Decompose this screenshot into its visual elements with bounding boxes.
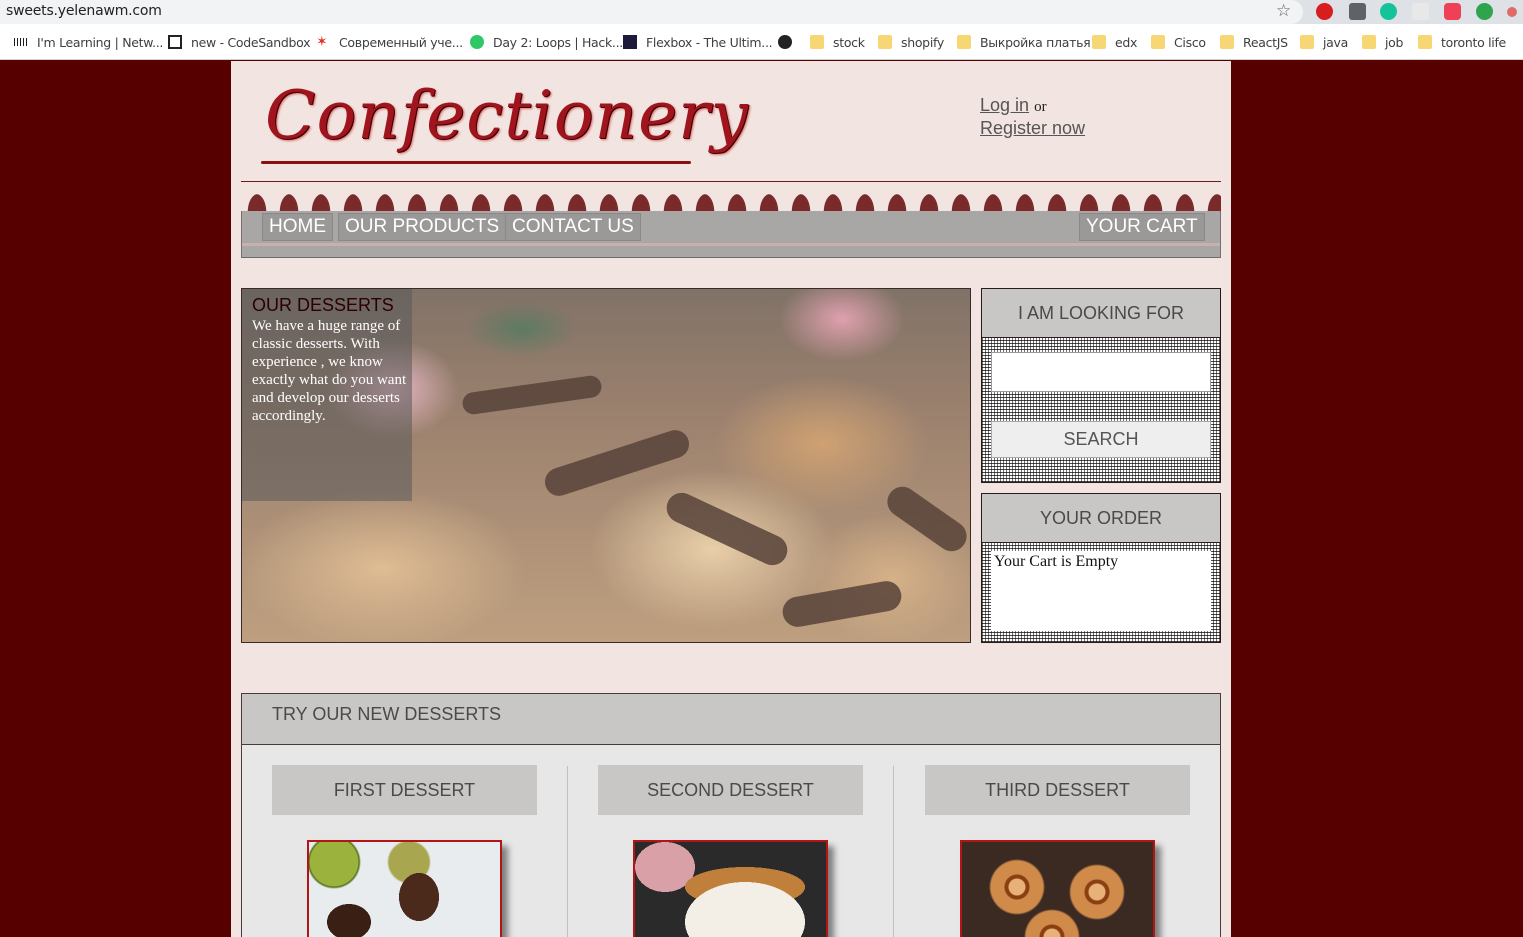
folder-icon bbox=[957, 35, 971, 49]
site-logo[interactable]: Confectionery bbox=[261, 73, 748, 173]
blank-extension-icon[interactable] bbox=[1412, 3, 1429, 20]
url-text[interactable]: sweets.yelenawm.com bbox=[6, 3, 162, 19]
page-container: Confectionery Log in or Register now HOM… bbox=[231, 61, 1231, 937]
bookmark-item[interactable]: I'm Learning | Netw... bbox=[14, 24, 163, 60]
codesandbox-icon bbox=[168, 35, 182, 49]
folder-icon bbox=[1220, 35, 1234, 49]
opera-extension-icon[interactable] bbox=[1316, 3, 1333, 20]
search-button[interactable]: SEARCH bbox=[991, 421, 1211, 458]
bookmark-folder[interactable]: ReactJS bbox=[1220, 24, 1288, 60]
cisco-icon bbox=[14, 38, 28, 46]
new-desserts-title: TRY OUR NEW DESSERTS bbox=[272, 704, 502, 724]
auth-links: Log in or Register now bbox=[980, 95, 1085, 139]
green-extension-icon[interactable] bbox=[1476, 3, 1493, 20]
new-desserts-section: TRY OUR NEW DESSERTS FIRST DESSERT SECON… bbox=[241, 693, 1221, 937]
tools-extension-icon[interactable] bbox=[1349, 3, 1366, 20]
or-text: or bbox=[1034, 99, 1047, 115]
bookmark-label: toronto life bbox=[1441, 34, 1506, 50]
search-panel-title: I AM LOOKING FOR bbox=[982, 289, 1220, 338]
nav-products-button[interactable]: OUR PRODUCTS bbox=[338, 213, 507, 241]
order-panel-title: YOUR ORDER bbox=[982, 494, 1220, 543]
column-divider bbox=[567, 766, 568, 937]
bookmark-label: new - CodeSandbox bbox=[191, 34, 311, 50]
folder-icon bbox=[1300, 35, 1314, 49]
folder-icon bbox=[878, 35, 892, 49]
dots-extension-icon[interactable] bbox=[1507, 7, 1517, 17]
hero-banner: OUR DESSERTS We have a huge range of cla… bbox=[241, 288, 971, 643]
grammarly-extension-icon[interactable] bbox=[1380, 3, 1397, 20]
bookmark-label: Flexbox - The Ultim... bbox=[646, 34, 773, 50]
nav-home-button[interactable]: HOME bbox=[262, 213, 333, 241]
nav-strip bbox=[242, 243, 1220, 246]
main-navigation: HOME OUR PRODUCTS CONTACT US YOUR CART bbox=[241, 211, 1221, 258]
logo-text: Confectionery bbox=[265, 77, 749, 154]
cart-empty-text: Your Cart is Empty bbox=[994, 553, 1119, 570]
login-link[interactable]: Log in bbox=[980, 95, 1029, 115]
bookmark-folder[interactable]: Выкройка платья bbox=[957, 24, 1091, 60]
column-divider bbox=[893, 766, 894, 937]
third-dessert-title: THIRD DESSERT bbox=[925, 765, 1190, 815]
bookmark-star-icon[interactable]: ☆ bbox=[1276, 1, 1291, 21]
globe-icon bbox=[778, 35, 792, 49]
bookmark-label: stock bbox=[833, 34, 865, 50]
order-panel: YOUR ORDER Your Cart is Empty bbox=[981, 493, 1221, 643]
new-desserts-header: TRY OUR NEW DESSERTS bbox=[242, 694, 1220, 745]
first-dessert-title: FIRST DESSERT bbox=[272, 765, 537, 815]
register-link[interactable]: Register now bbox=[980, 118, 1085, 138]
cart-contents: Your Cart is Empty bbox=[991, 551, 1211, 631]
hackerrank-icon bbox=[470, 35, 484, 49]
bookmark-item[interactable]: new - CodeSandbox bbox=[168, 24, 311, 60]
bookmark-folder[interactable]: java bbox=[1300, 24, 1348, 60]
bookmark-label: I'm Learning | Netw... bbox=[37, 34, 164, 50]
pocket-extension-icon[interactable] bbox=[1444, 3, 1461, 20]
lace-ornament-border bbox=[241, 181, 1221, 211]
folder-icon bbox=[810, 35, 824, 49]
first-dessert-image[interactable] bbox=[307, 840, 502, 937]
browser-toolbar: sweets.yelenawm.com ☆ bbox=[0, 0, 1523, 24]
bookmark-folder[interactable]: job bbox=[1362, 24, 1403, 60]
third-dessert-image[interactable] bbox=[960, 840, 1155, 937]
bookmark-item[interactable]: Day 2: Loops | Hack... bbox=[470, 24, 623, 60]
folder-icon bbox=[1362, 35, 1376, 49]
bookmarks-bar: I'm Learning | Netw... new - CodeSandbox… bbox=[0, 24, 1523, 60]
hero-description: We have a huge range of classic desserts… bbox=[252, 318, 407, 424]
bookmark-label: Современный уче... bbox=[339, 34, 463, 50]
bookmark-label: ReactJS bbox=[1243, 34, 1288, 50]
bookmark-folder[interactable]: edx bbox=[1092, 24, 1137, 60]
nav-cart-button[interactable]: YOUR CART bbox=[1079, 213, 1205, 241]
bookmark-label: Выкройка платья bbox=[980, 34, 1091, 50]
search-panel: I AM LOOKING FOR SEARCH bbox=[981, 288, 1221, 483]
bookmark-label: shopify bbox=[901, 34, 944, 50]
bookmark-label: edx bbox=[1115, 34, 1138, 50]
folder-icon bbox=[1151, 35, 1165, 49]
bookmark-item[interactable]: Flexbox - The Ultim... bbox=[623, 24, 773, 60]
bookmark-item[interactable]: ✶ Современный уче... bbox=[316, 24, 463, 60]
flexbox-icon bbox=[623, 35, 637, 49]
bookmark-folder[interactable]: stock bbox=[810, 24, 865, 60]
bookmark-item[interactable] bbox=[778, 24, 792, 60]
hero-title: OUR DESSERTS bbox=[252, 295, 394, 315]
second-dessert-image[interactable] bbox=[633, 840, 828, 937]
order-panel-body: Your Cart is Empty bbox=[982, 543, 1220, 642]
address-bar[interactable]: sweets.yelenawm.com ☆ bbox=[0, 0, 1303, 24]
bookmark-label: Cisco bbox=[1174, 34, 1206, 50]
bookmark-label: Day 2: Loops | Hack... bbox=[493, 34, 623, 50]
bookmark-label: job bbox=[1385, 34, 1404, 50]
hero-caption-box: OUR DESSERTS We have a huge range of cla… bbox=[242, 289, 412, 501]
folder-icon bbox=[1418, 35, 1432, 49]
course-icon: ✶ bbox=[316, 34, 328, 50]
bookmark-label: java bbox=[1323, 34, 1348, 50]
bookmark-folder[interactable]: shopify bbox=[878, 24, 944, 60]
bookmark-folder[interactable]: toronto life bbox=[1418, 24, 1506, 60]
bookmark-folder[interactable]: Cisco bbox=[1151, 24, 1206, 60]
second-dessert-title: SECOND DESSERT bbox=[598, 765, 863, 815]
folder-icon bbox=[1092, 35, 1106, 49]
logo-underline bbox=[261, 161, 691, 164]
search-panel-body: SEARCH bbox=[982, 338, 1220, 482]
search-input[interactable] bbox=[991, 352, 1211, 392]
nav-contact-button[interactable]: CONTACT US bbox=[505, 213, 641, 241]
